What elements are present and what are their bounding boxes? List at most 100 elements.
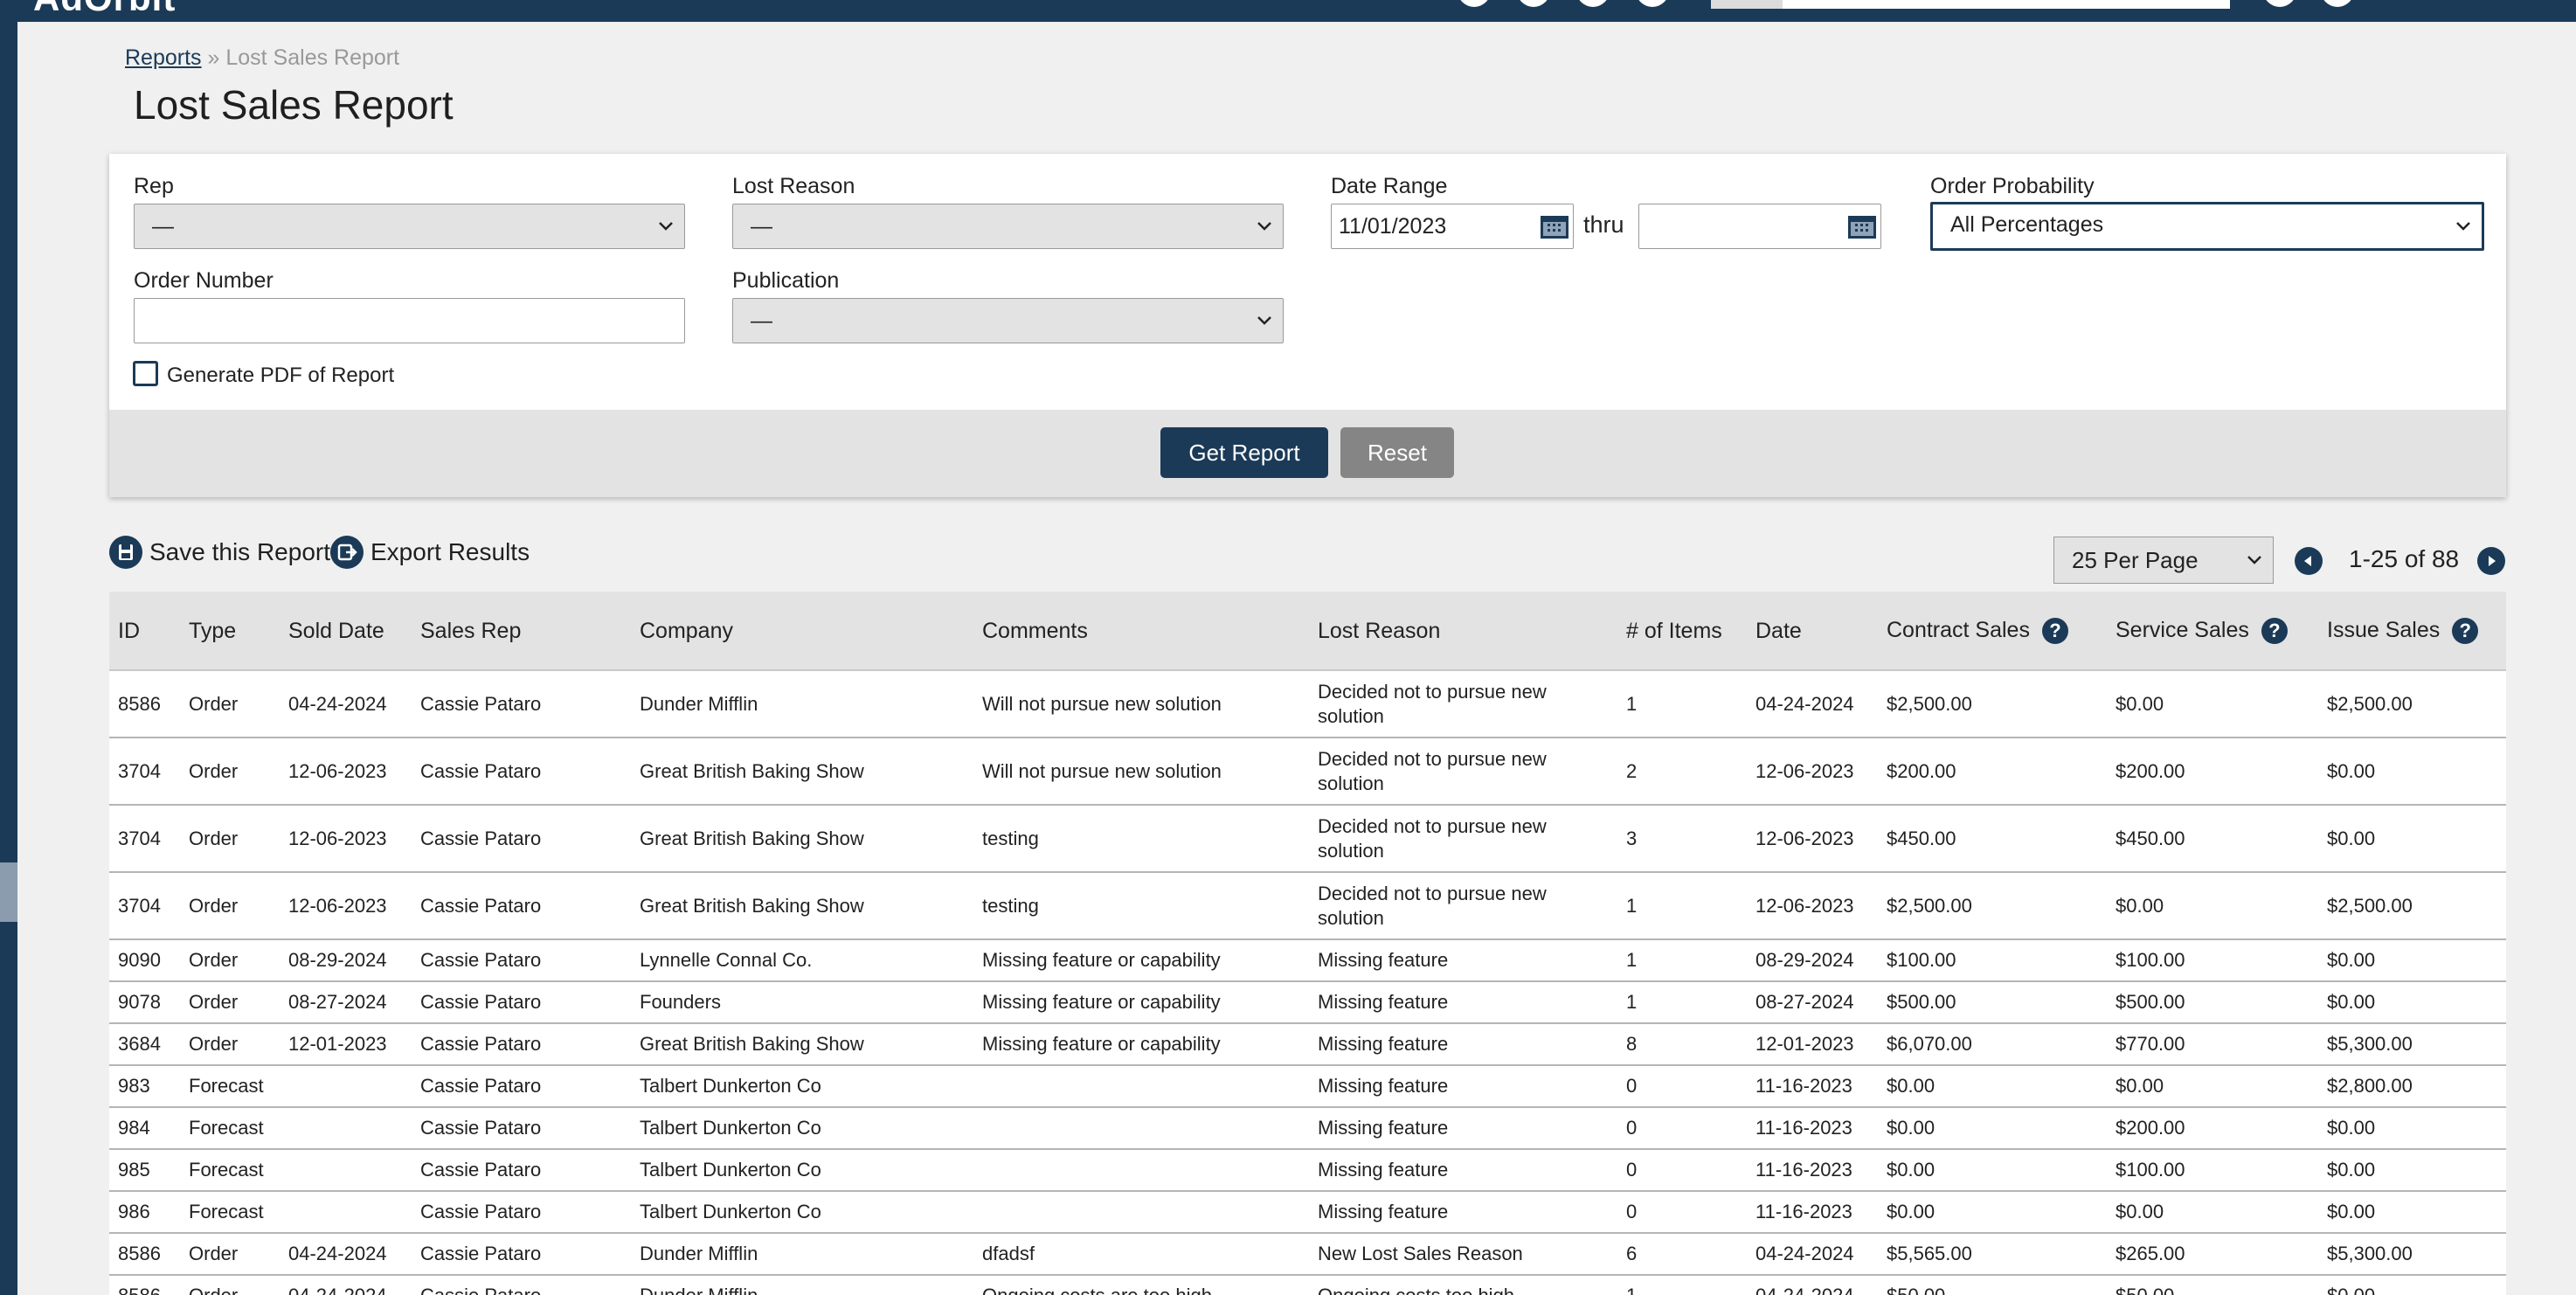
cell-issue-sales: $2,800.00 bbox=[2318, 1065, 2506, 1108]
help-icon[interactable]: ? bbox=[2261, 618, 2288, 645]
reset-button[interactable]: Reset bbox=[1340, 427, 1454, 478]
cell-id: 9090 bbox=[109, 939, 180, 982]
notifications-icon[interactable] bbox=[2263, 0, 2296, 7]
table-row[interactable]: 9090 Order 08-29-2024 Cassie Pataro Lynnelle… bbox=[109, 939, 2506, 982]
cell-contract-sales: $0.00 bbox=[1878, 1107, 2107, 1150]
table-row[interactable]: 983 Forecast Cassie Pataro Talbert Dunkerto… bbox=[109, 1065, 2506, 1108]
column-header-id[interactable]: ID bbox=[109, 592, 180, 671]
breadcrumb-reports-link[interactable]: Reports bbox=[125, 45, 202, 70]
cell-sold-date: 04-24-2024 bbox=[280, 1233, 412, 1276]
cell-type: Forecast bbox=[180, 1191, 280, 1234]
cell-company: Talbert Dunkerton Co bbox=[631, 1191, 973, 1234]
column-header-issue-sales[interactable]: Issue Sales? bbox=[2318, 592, 2506, 671]
cell-issue-sales: $0.00 bbox=[2318, 1275, 2506, 1295]
get-report-button[interactable]: Get Report bbox=[1160, 427, 1328, 478]
cell-type: Order bbox=[180, 670, 280, 738]
cell-sold-date bbox=[280, 1107, 412, 1150]
table-row[interactable]: 3704 Order 12-06-2023 Cassie Pataro Great Br… bbox=[109, 805, 2506, 873]
global-search-input[interactable] bbox=[1711, 0, 2230, 9]
search-scope-button[interactable] bbox=[1711, 0, 1783, 9]
table-header-row: ID Type Sold Date Sales Rep Company Comm… bbox=[109, 592, 2506, 671]
order-number-input[interactable] bbox=[134, 298, 685, 343]
table-row[interactable]: 8586Order04-24-2024Cassie PataroDunder M… bbox=[109, 670, 2506, 738]
table-row[interactable]: 3704 Order 12-06-2023 Cassie Pataro Great Br… bbox=[109, 872, 2506, 940]
cell-date: 12-06-2023 bbox=[1747, 805, 1878, 873]
column-header-sales-rep[interactable]: Sales Rep bbox=[412, 592, 631, 671]
cell-sales-rep: Cassie Pataro bbox=[412, 981, 631, 1024]
column-header-type[interactable]: Type bbox=[180, 592, 280, 671]
generate-pdf-checkbox[interactable] bbox=[133, 361, 158, 386]
cell-lost-reason: Ongoing costs too high bbox=[1309, 1275, 1617, 1295]
save-icon bbox=[109, 536, 142, 569]
table-row[interactable]: 985 Forecast Cassie Pataro Talbert Dunkerto… bbox=[109, 1149, 2506, 1192]
table-row[interactable]: 9078 Order 08-27-2024 Cassie Pataro Founders… bbox=[109, 981, 2506, 1024]
cell-service-sales: $200.00 bbox=[2107, 738, 2318, 806]
date-from-value: 11/01/2023 bbox=[1339, 214, 1447, 239]
table-row[interactable]: 8586Order04-24-2024Cassie PataroDunder M… bbox=[109, 1233, 2506, 1276]
previous-page-icon bbox=[2304, 556, 2311, 566]
table-row[interactable]: 3704 Order 12-06-2023 Cassie Pataro Great Br… bbox=[109, 738, 2506, 806]
column-header-lost-reason[interactable]: Lost Reason bbox=[1309, 592, 1617, 671]
table-row[interactable]: 8586Order04-24-2024Cassie PataroDunder M… bbox=[109, 1275, 2506, 1295]
date-from-input[interactable]: 11/01/2023 bbox=[1331, 204, 1574, 249]
sidebar-toggle[interactable] bbox=[0, 862, 17, 922]
cell-comments bbox=[973, 1149, 1309, 1192]
previous-page-button[interactable] bbox=[2295, 547, 2323, 575]
lost-reason-select[interactable]: — bbox=[732, 204, 1284, 249]
generate-pdf-label[interactable]: Generate PDF of Report bbox=[167, 362, 394, 390]
rep-select[interactable]: — bbox=[134, 204, 685, 249]
export-results-action[interactable]: Export Results bbox=[330, 535, 530, 570]
nav-icon-2[interactable] bbox=[1517, 0, 1550, 7]
save-report-action[interactable]: Save this Report bbox=[109, 535, 330, 570]
publication-select[interactable]: — bbox=[732, 298, 1284, 343]
cell-service-sales: $770.00 bbox=[2107, 1023, 2318, 1066]
cell-contract-sales: $6,070.00 bbox=[1878, 1023, 2107, 1066]
cell-sales-rep: Cassie Pataro bbox=[412, 1275, 631, 1295]
cell-id: 9078 bbox=[109, 981, 180, 1024]
cell-contract-sales: $0.00 bbox=[1878, 1149, 2107, 1192]
cell-id: 3704 bbox=[109, 738, 180, 806]
app-logo[interactable]: AdOrbit bbox=[33, 0, 287, 28]
cell-date: 11-16-2023 bbox=[1747, 1107, 1878, 1150]
column-header-contract-sales[interactable]: Contract Sales? bbox=[1878, 592, 2107, 671]
cell-service-sales: $0.00 bbox=[2107, 1065, 2318, 1108]
nav-icon-3[interactable] bbox=[1576, 0, 1610, 7]
cell-lost-reason: Missing feature bbox=[1309, 1065, 1617, 1108]
column-header-date[interactable]: Date bbox=[1747, 592, 1878, 671]
cell-lost-reason: Decided not to pursue new solution bbox=[1309, 872, 1617, 940]
order-number-label: Order Number bbox=[134, 268, 274, 293]
per-page-value: 25 Per Page bbox=[2072, 547, 2199, 573]
cell-contract-sales: $2,500.00 bbox=[1878, 872, 2107, 940]
cell-company: Great British Baking Show bbox=[631, 805, 973, 873]
column-header-sold-date[interactable]: Sold Date bbox=[280, 592, 412, 671]
user-menu-icon[interactable] bbox=[2321, 0, 2354, 7]
table-row[interactable]: 986 Forecast Cassie Pataro Talbert Dunkerto… bbox=[109, 1191, 2506, 1234]
date-to-input[interactable] bbox=[1638, 204, 1881, 249]
table-row[interactable]: 3684 Order 12-01-2023 Cassie Pataro Great Br… bbox=[109, 1023, 2506, 1066]
cell-sales-rep: Cassie Pataro bbox=[412, 1023, 631, 1066]
cell-id: 3704 bbox=[109, 805, 180, 873]
calendar-icon[interactable] bbox=[1847, 213, 1877, 239]
cell-items: 0 bbox=[1617, 1065, 1747, 1108]
nav-icon-1[interactable] bbox=[1458, 0, 1491, 7]
table-row[interactable]: 984 Forecast Cassie Pataro Talbert Dunkerto… bbox=[109, 1107, 2506, 1150]
cell-id: 984 bbox=[109, 1107, 180, 1150]
cell-type: Forecast bbox=[180, 1065, 280, 1108]
per-page-select[interactable]: 25 Per Page bbox=[2053, 537, 2274, 584]
cell-date: 11-16-2023 bbox=[1747, 1191, 1878, 1234]
cell-comments bbox=[973, 1065, 1309, 1108]
cell-sold-date: 08-29-2024 bbox=[280, 939, 412, 982]
next-page-button[interactable] bbox=[2477, 547, 2505, 575]
help-icon[interactable]: ? bbox=[2041, 618, 2068, 645]
calendar-icon[interactable] bbox=[1540, 213, 1569, 239]
nav-icon-4[interactable] bbox=[1636, 0, 1669, 7]
order-probability-select[interactable]: All Percentages bbox=[1930, 202, 2484, 251]
column-header-items[interactable]: # of Items bbox=[1617, 592, 1747, 671]
column-header-comments[interactable]: Comments bbox=[973, 592, 1309, 671]
column-header-service-sales[interactable]: Service Sales? bbox=[2107, 592, 2318, 671]
cell-service-sales: $200.00 bbox=[2107, 1107, 2318, 1150]
cell-date: 12-06-2023 bbox=[1747, 738, 1878, 806]
help-icon[interactable]: ? bbox=[2452, 618, 2479, 645]
column-header-company[interactable]: Company bbox=[631, 592, 973, 671]
cell-issue-sales: $0.00 bbox=[2318, 981, 2506, 1024]
